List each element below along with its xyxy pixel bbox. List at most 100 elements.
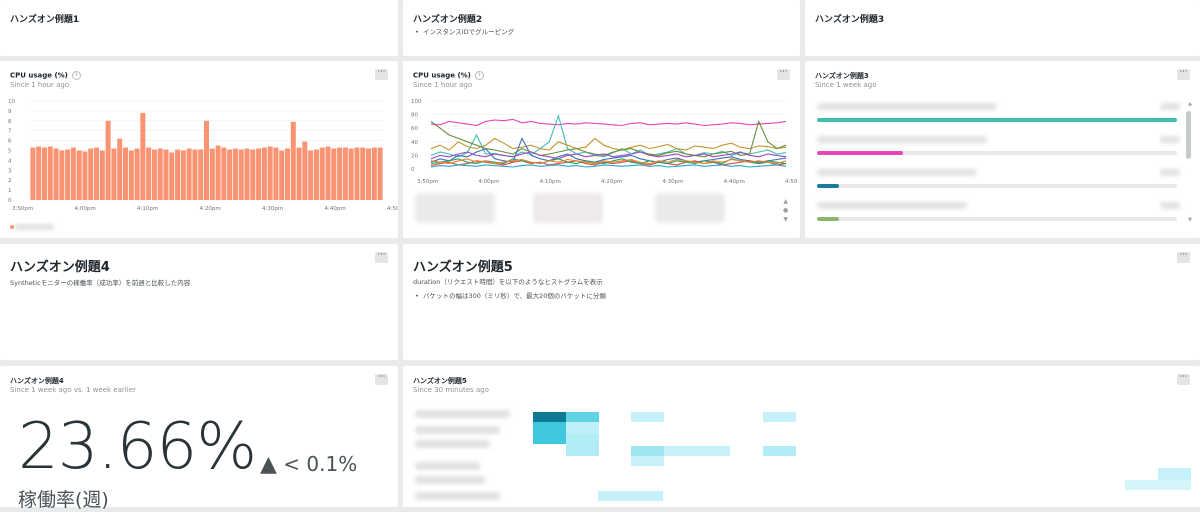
legend-item-blurred <box>14 224 54 230</box>
widget-cpu-usage-bar[interactable]: CPU usage (%) i Since 1 hour ago ··· 10 9 8… <box>0 61 398 238</box>
x-tick-label: 4:30pm <box>262 206 283 212</box>
bar <box>319 147 325 200</box>
bar <box>111 148 117 200</box>
bar-fill <box>817 151 904 155</box>
x-tick-label: 4:50 <box>785 179 798 185</box>
y-tick-label: 100 <box>411 99 422 105</box>
bar <box>279 150 285 200</box>
billboard-caption: 稼働率(週) <box>18 489 109 511</box>
widget-menu-button[interactable]: ··· <box>375 373 388 385</box>
bar <box>53 148 59 200</box>
bar <box>256 148 262 200</box>
heatmap-cell <box>1125 480 1191 490</box>
row-label-blurred <box>415 426 500 434</box>
y-tick-label: 40 <box>411 140 418 146</box>
x-tick-label: 4:20pm <box>601 179 622 185</box>
bar-label-blurred <box>817 136 987 143</box>
bar <box>377 147 383 200</box>
bar <box>308 150 314 200</box>
bar <box>302 141 308 200</box>
bar <box>371 147 377 200</box>
bar <box>366 148 372 200</box>
bar <box>65 149 71 200</box>
bar <box>30 147 36 200</box>
billboard-value: 23.66% <box>18 410 257 484</box>
bar <box>296 147 302 200</box>
widget-handson-2: ハンズオン例題2 • インスタンスIDでグルーピング <box>403 0 800 56</box>
bullet-text: インスタンスIDでグルーピング <box>422 28 515 36</box>
heatmap-cell <box>1158 468 1191 480</box>
x-tick-label: 3:50pm <box>12 206 33 212</box>
heatmap-cell <box>763 412 796 422</box>
bar <box>140 112 146 200</box>
bar <box>99 150 105 200</box>
bar <box>88 148 94 200</box>
legend-dot <box>10 225 14 229</box>
bar <box>354 147 360 200</box>
x-tick-label: 4:10pm <box>137 206 158 212</box>
bar-fill <box>817 184 839 188</box>
heatmap-cell <box>566 422 599 434</box>
series-line <box>430 164 787 168</box>
bar <box>290 121 296 200</box>
widget-cpu-usage-line[interactable]: CPU usage (%) i Since 1 hour ago ··· 100 8… <box>403 61 800 238</box>
scroll-down-arrow[interactable]: ▼ <box>1188 217 1192 223</box>
legend-item-blurred <box>533 193 603 223</box>
bar <box>192 149 198 200</box>
widget-menu-button[interactable]: ··· <box>1177 251 1190 263</box>
legend-item-blurred <box>655 193 725 223</box>
bar <box>105 120 111 200</box>
bar <box>238 149 244 200</box>
widget-handson-3: ハンズオン例題3 <box>805 0 1200 56</box>
x-tick-label: 4:20pm <box>200 206 221 212</box>
bar-fill <box>817 217 839 221</box>
heatmap-cell <box>664 446 697 456</box>
bar <box>244 148 250 200</box>
cpu-bar-chart: 1098765432103:50pm 4:00pm 4:10pm 4:20pm 4:30… <box>8 99 398 212</box>
bar <box>151 149 157 200</box>
widget-menu-button[interactable]: ··· <box>1177 68 1190 80</box>
bar <box>122 147 128 200</box>
bar <box>134 148 140 200</box>
widget-handson-4-text: ハンズオン例題4 ··· Syntheticモニターの稼働率（成功率）を前週と比… <box>0 244 398 360</box>
y-tick-label: 2 <box>8 178 12 184</box>
widget-handson-5-text: ハンズオン例題5 ··· duration（リクエスト時間）を以下のようなヒスト… <box>403 244 1200 360</box>
bullet-text: バケットの幅は300（ミリ秒）で、最大20個のバケットに分類 <box>422 292 606 300</box>
bar <box>273 147 279 200</box>
row-label-blurred <box>415 440 490 448</box>
y-tick-label: 80 <box>411 113 418 119</box>
widget-heading: ハンズオン例題4 <box>10 260 110 275</box>
bar-label-blurred <box>817 202 967 209</box>
scroll-up-arrow[interactable]: ▲ <box>1188 101 1192 107</box>
widget-menu-button[interactable]: ··· <box>1177 373 1190 385</box>
bar-fill <box>817 118 1177 122</box>
heatmap-cell <box>566 412 599 422</box>
heatmap-cell <box>566 434 599 456</box>
widget-handson-3-list[interactable]: ハンズオン例題3 Since 1 week ago ··· ▲ ▼ <box>805 61 1200 238</box>
row-label-blurred <box>415 492 500 500</box>
bar-value-blurred <box>1160 202 1180 209</box>
y-tick-label: 5 <box>8 149 12 155</box>
bar <box>348 148 354 200</box>
widget-title: ハンズオン例題2 <box>413 15 483 25</box>
bar <box>250 149 256 200</box>
series-line <box>430 118 787 127</box>
legend-scroll-controls[interactable]: ▲ ● ▼ <box>783 197 788 224</box>
y-tick-label: 1 <box>8 188 12 194</box>
bar <box>41 147 47 200</box>
heatmap-cell <box>533 412 566 422</box>
bar-track <box>817 217 1177 221</box>
bar <box>186 148 192 200</box>
widget-menu-button[interactable]: ··· <box>375 251 388 263</box>
widget-title: ハンズオン例題4 <box>10 377 64 385</box>
bar <box>261 147 267 200</box>
bar <box>215 145 221 200</box>
bar <box>209 148 215 200</box>
bar <box>227 149 233 200</box>
bar <box>198 149 204 200</box>
x-tick-label: 4:30pm <box>662 179 683 185</box>
widget-handson-1: ハンズオン例題1 <box>0 0 398 56</box>
scrollbar-thumb[interactable] <box>1186 111 1191 159</box>
widget-handson-5-heatmap[interactable]: ハンズオン例題5 Since 30 minutes ago ··· <box>403 366 1200 507</box>
bar <box>117 138 123 200</box>
